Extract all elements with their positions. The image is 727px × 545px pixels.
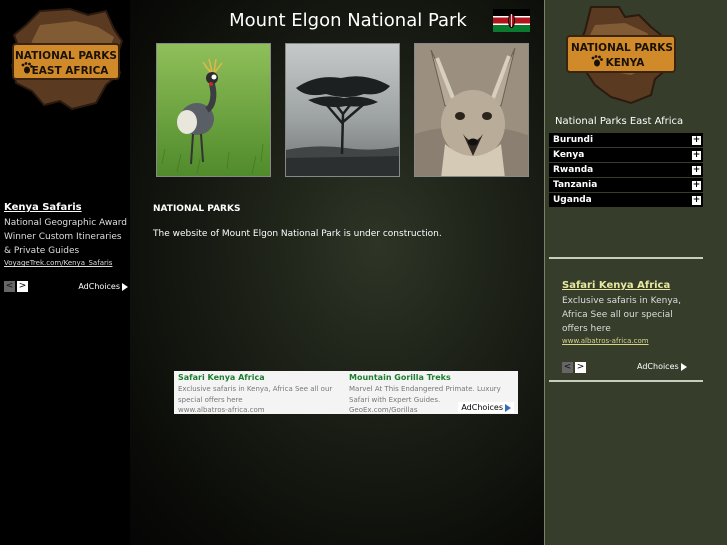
left-adchoices-link[interactable]: AdChoices <box>78 282 128 291</box>
left-ad-unit: Kenya Safaris National Geographic Award … <box>4 202 128 292</box>
logo-right-line2: KENYA <box>606 57 646 69</box>
crowned-crane-photo <box>156 43 271 177</box>
adchoices-icon <box>505 403 511 412</box>
expand-icon[interactable]: + <box>692 135 701 145</box>
main-content: Mount Elgon National Park NATIONAL PARKS… <box>130 0 544 545</box>
right-sidebar: NATIONAL PARKS KENYA National Parks East… <box>544 0 727 545</box>
left-ad-title-link[interactable]: Kenya Safaris <box>4 202 128 213</box>
right-ad-unit: Safari Kenya Africa Exclusive safaris in… <box>562 280 694 345</box>
sidebar-item-tanzania[interactable]: Tanzania + <box>549 178 703 192</box>
section-heading: NATIONAL PARKS <box>153 204 241 214</box>
page-title: Mount Elgon National Park <box>229 10 467 31</box>
sidebar-item-label: Uganda <box>553 195 592 205</box>
sidebar-item-burundi[interactable]: Burundi + <box>549 133 703 147</box>
national-parks-kenya-logo[interactable]: NATIONAL PARKS KENYA <box>565 5 677 105</box>
kenya-flag-icon <box>493 9 530 32</box>
left-column: NATIONAL PARKS EAST AFRICA Kenya Safaris… <box>0 0 130 545</box>
sidebar-item-rwanda[interactable]: Rwanda + <box>549 163 703 177</box>
adchoices-icon <box>122 282 128 291</box>
right-adchoices-link[interactable]: AdChoices <box>637 362 687 371</box>
left-ad-nav: < > <box>4 281 28 292</box>
center-ad-1-url[interactable]: www.albatros-africa.com <box>178 406 344 414</box>
right-ad-url-link[interactable]: www.albatros-africa.com <box>562 337 694 345</box>
sidebar-item-label: Kenya <box>553 150 585 160</box>
right-ad-body: Exclusive safaris in Kenya, Africa See a… <box>562 296 682 334</box>
center-ad-1[interactable]: Safari Kenya Africa Exclusive safaris in… <box>178 373 344 414</box>
adchoices-icon <box>680 362 687 371</box>
right-ad-title-link[interactable]: Safari Kenya Africa <box>562 280 694 291</box>
center-adchoices-label: AdChoices <box>461 403 503 412</box>
sidebar-heading: National Parks East Africa <box>555 116 684 127</box>
right-ad-prev-button[interactable]: < <box>562 362 573 373</box>
center-ad-1-title[interactable]: Safari Kenya Africa <box>178 373 344 382</box>
logo-right-line1: NATIONAL PARKS <box>571 42 673 54</box>
divider <box>549 380 703 382</box>
right-adchoices-label: AdChoices <box>637 362 679 371</box>
sidebar-item-kenya[interactable]: Kenya + <box>549 148 703 162</box>
left-ad-next-button[interactable]: > <box>17 281 28 292</box>
construction-notice: The website of Mount Elgon National Park… <box>153 229 442 239</box>
national-parks-east-africa-logo[interactable]: NATIONAL PARKS EAST AFRICA <box>10 7 124 111</box>
sidebar-item-uganda[interactable]: Uganda + <box>549 193 703 207</box>
expand-icon[interactable]: + <box>692 180 701 190</box>
expand-icon[interactable]: + <box>692 165 701 175</box>
center-ad-1-body: Exclusive safaris in Kenya, Africa See a… <box>178 385 333 404</box>
logo-left-line2: EAST AFRICA <box>32 65 110 77</box>
left-ad-body: National Geographic Award Winner Custom … <box>4 218 127 256</box>
acacia-tree-photo <box>285 43 400 177</box>
logo-left-line1: NATIONAL PARKS <box>15 50 117 62</box>
right-ad-nav: < > <box>562 362 586 373</box>
left-ad-prev-button[interactable]: < <box>4 281 15 292</box>
bat-eared-fox-photo <box>414 43 529 177</box>
expand-icon[interactable]: + <box>692 150 701 160</box>
sidebar-item-label: Rwanda <box>553 165 594 175</box>
left-adchoices-label: AdChoices <box>78 282 120 291</box>
center-ad-2-title[interactable]: Mountain Gorilla Treks <box>349 373 515 382</box>
country-nav: Burundi + Kenya + Rwanda + Tanzania + Ug… <box>549 133 703 208</box>
left-ad-url-link[interactable]: VoyageTrek.com/Kenya_Safaris <box>4 259 128 267</box>
sidebar-item-label: Burundi <box>553 135 594 145</box>
expand-icon[interactable]: + <box>692 195 701 205</box>
divider <box>549 257 703 259</box>
right-ad-next-button[interactable]: > <box>575 362 586 373</box>
center-adchoices-link[interactable]: AdChoices <box>458 402 514 413</box>
center-ad-banner: Safari Kenya Africa Exclusive safaris in… <box>174 371 518 414</box>
sidebar-item-label: Tanzania <box>553 180 598 190</box>
